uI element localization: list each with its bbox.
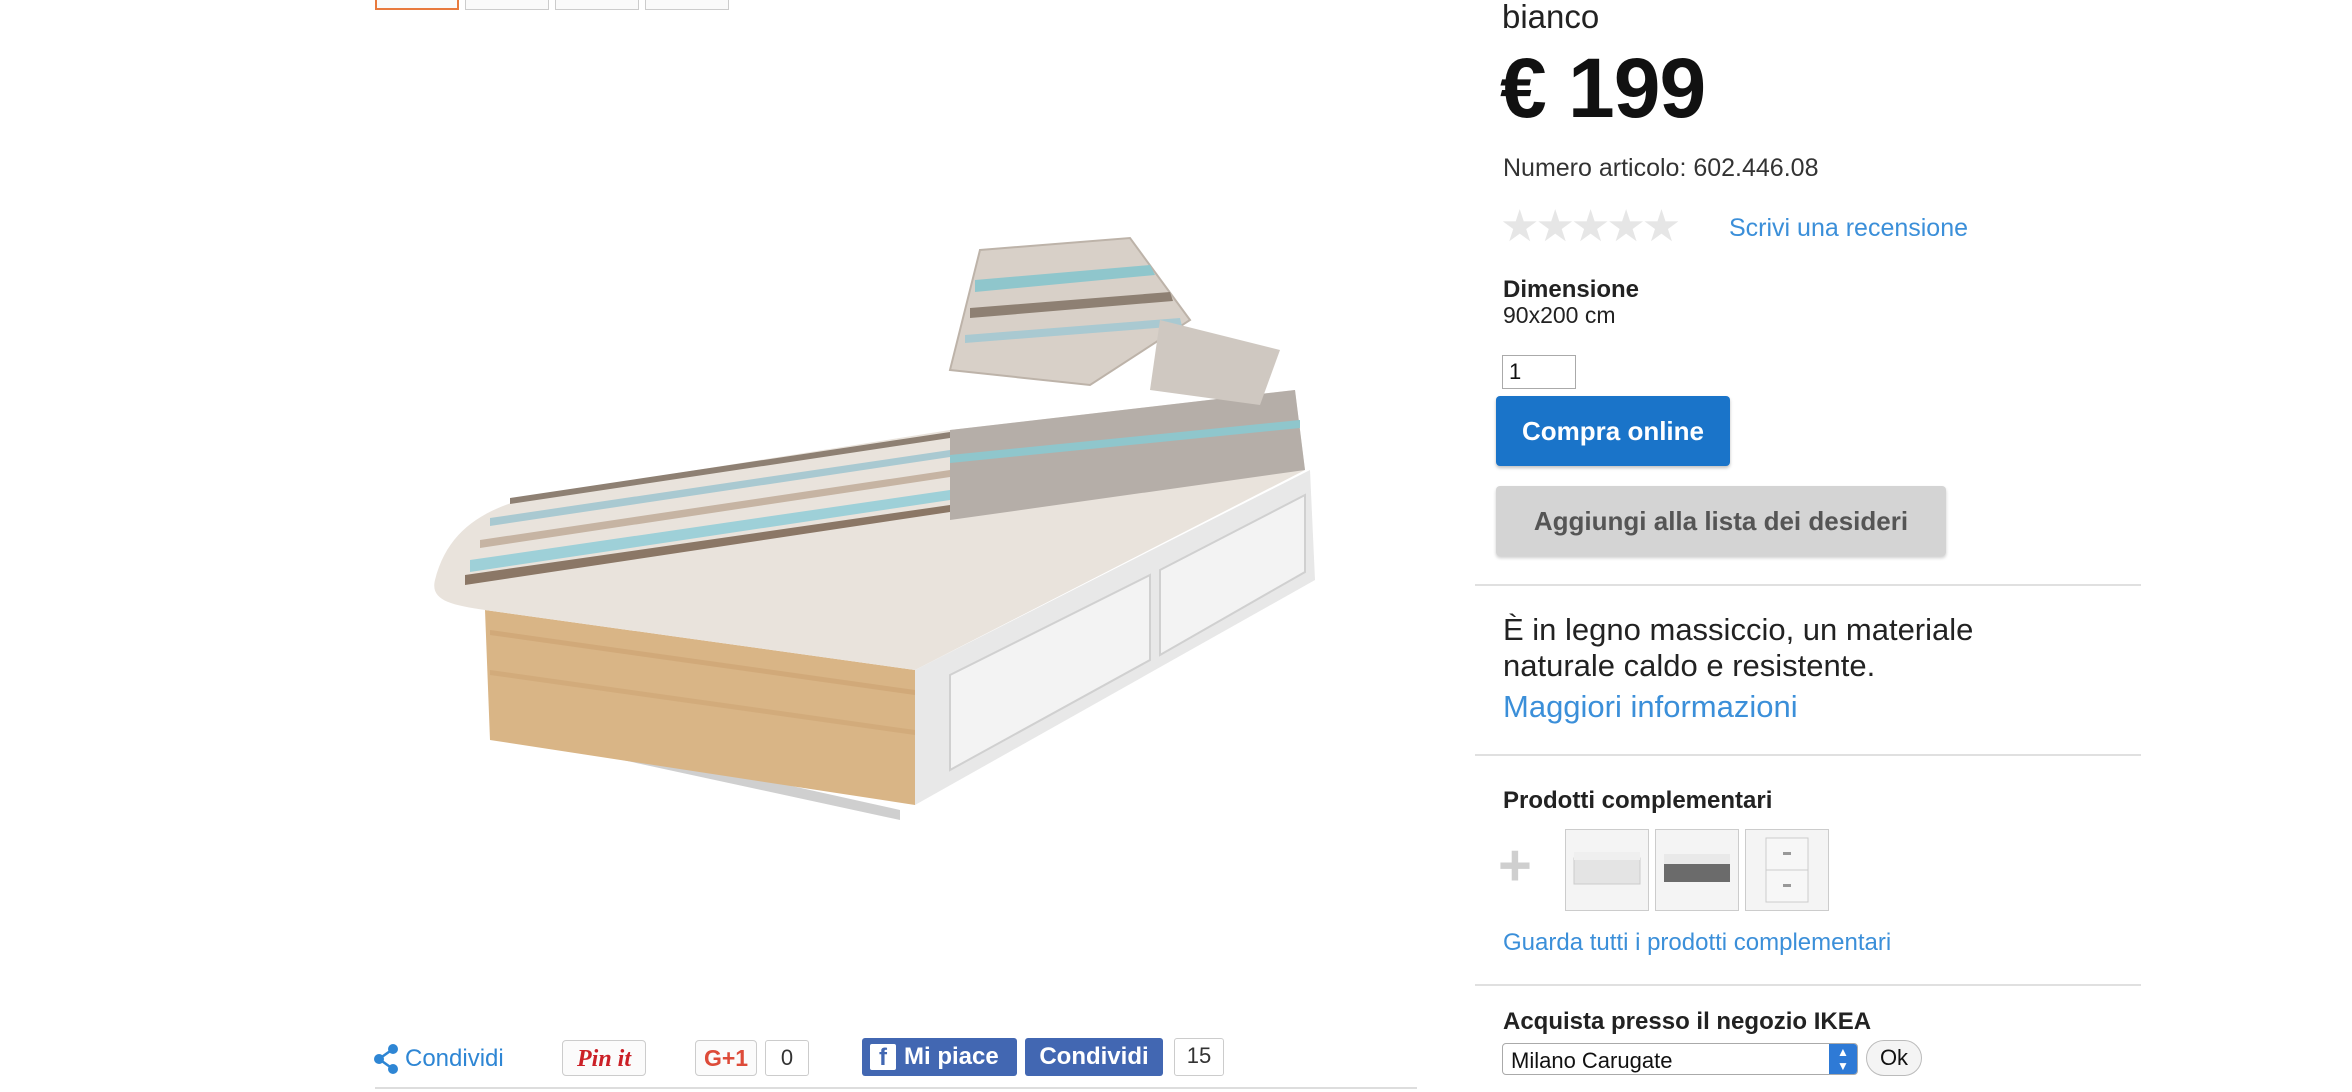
google-plus-count: 0 — [765, 1040, 809, 1076]
complementary-product-drawer-unit[interactable] — [1745, 829, 1829, 911]
select-arrows-icon: ▲ ▼ — [1829, 1044, 1857, 1074]
gallery-thumbnail-2[interactable] — [465, 0, 549, 10]
store-ok-button[interactable]: Ok — [1866, 1040, 1922, 1076]
store-select-value: Milano Carugate — [1511, 1048, 1673, 1073]
complementary-title: Prodotti complementari — [1503, 787, 1773, 814]
mattress-icon — [1573, 852, 1641, 885]
complementary-product-mattress-dark[interactable] — [1655, 829, 1739, 911]
write-review-link[interactable]: Scrivi una recensione — [1729, 214, 1968, 243]
gallery-thumbnail-4[interactable] — [645, 0, 729, 10]
add-to-wishlist-button[interactable]: Aggiungi alla lista dei desideri — [1496, 486, 1946, 556]
share-icon — [374, 1044, 398, 1074]
share-link[interactable]: Condividi — [373, 1044, 504, 1074]
product-price: € 199 — [1500, 41, 1706, 135]
store-select[interactable]: Milano Carugate ▲ ▼ — [1502, 1043, 1858, 1075]
facebook-count: 15 — [1174, 1038, 1224, 1076]
rating-stars[interactable]: ★★★★★ — [1500, 201, 1681, 252]
plus-icon: + — [1498, 833, 1532, 898]
gallery-thumbnail-3[interactable] — [555, 0, 639, 10]
mattress-icon — [1664, 854, 1730, 882]
complementary-product-mattress-light[interactable] — [1565, 829, 1649, 911]
article-number: Numero articolo: 602.446.08 — [1503, 154, 1819, 182]
product-color: bianco — [1502, 0, 1600, 35]
divider — [1475, 754, 2141, 756]
facebook-like-button[interactable]: f Mi piace — [862, 1038, 1017, 1076]
buy-online-button[interactable]: Compra online — [1496, 396, 1730, 466]
facebook-icon: f — [870, 1044, 896, 1071]
product-image[interactable] — [390, 200, 1370, 840]
facebook-like-label: Mi piace — [904, 1043, 999, 1070]
divider — [1475, 584, 2141, 586]
divider — [1475, 984, 2141, 986]
pinterest-button[interactable]: Pin it — [562, 1040, 646, 1076]
more-info-link[interactable]: Maggiori informazioni — [1503, 689, 1798, 725]
divider — [375, 1087, 1417, 1089]
product-description: È in legno massiccio, un materiale natur… — [1503, 612, 1974, 683]
dimension-value: 90x200 cm — [1503, 302, 1616, 328]
store-title: Acquista presso il negozio IKEA — [1503, 1008, 1872, 1035]
facebook-share-button[interactable]: Condividi — [1025, 1038, 1163, 1076]
dimension-label: Dimensione — [1503, 276, 1640, 303]
google-plus-button[interactable]: G+1 — [695, 1040, 757, 1076]
quantity-input[interactable] — [1502, 355, 1576, 389]
drawer-unit-icon — [1765, 837, 1809, 903]
share-label: Condividi — [405, 1045, 504, 1072]
gallery-thumbnail-1[interactable] — [375, 0, 459, 10]
view-all-complementary-link[interactable]: Guarda tutti i prodotti complementari — [1503, 929, 1891, 957]
